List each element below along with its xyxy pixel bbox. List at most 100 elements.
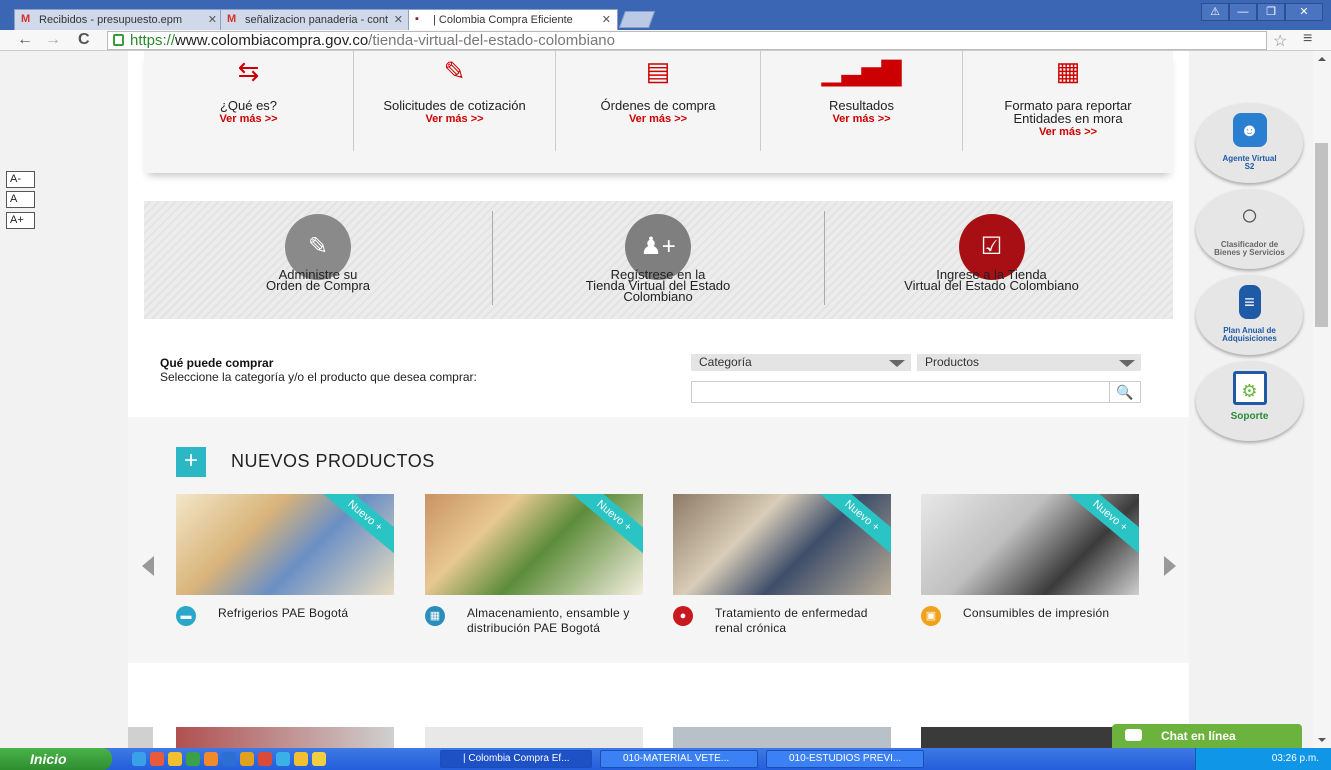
tab-colombia-compra[interactable]: ▪ | Colombia Compra Eficiente ✕ [408,9,618,30]
product-image[interactable]: Nuevo + [921,494,1139,595]
tab-gmail-senalizacion[interactable]: M señalizacion panaderia - cont ✕ [220,9,410,30]
ver-mas-link[interactable]: Ver más >> [556,113,760,126]
chat-button[interactable]: Chat en línea [1112,724,1302,748]
font-size-increase-button[interactable]: A+ [6,212,35,229]
action-administre-orden[interactable]: ✎ Administre su Orden de Compra [144,201,492,319]
carousel-prev-arrow-icon[interactable] [128,727,153,748]
product-image[interactable]: Nuevo + [673,494,891,595]
buy-title: Qué puede comprar [160,356,274,370]
folder-icon[interactable] [312,752,326,766]
quicklaunch-icon[interactable] [222,752,236,766]
product-label[interactable]: distribución PAE Bogotá [467,621,600,635]
font-size-normal-button[interactable]: A [6,191,35,208]
new-badge: Nuevo + [316,494,394,560]
product-image[interactable] [176,727,394,748]
tile-ordenes[interactable]: ▤ Órdenes de compra Ver más >> [556,51,761,151]
gmail-icon: M [21,13,31,25]
ver-mas-link[interactable]: Ver más >> [761,113,962,126]
system-tray: 03:26 p.m. [1195,748,1331,770]
scroll-down-icon[interactable] [1318,738,1326,742]
product-label[interactable]: renal crónica [715,621,786,635]
product-card[interactable]: Nuevo + ▦ Almacenamiento, ensamble y dist… [425,494,643,635]
product-card[interactable]: Nuevo + ▣ Consumibles de impresión [921,494,1139,626]
ver-mas-link[interactable]: Ver más >> [354,113,555,126]
quicklaunch-icon[interactable] [168,752,182,766]
quicklaunch-icon[interactable] [294,752,308,766]
product-image[interactable] [425,727,643,748]
taskbar-item-folder-material[interactable]: 010-MATERIAL VETE... [600,750,758,768]
start-button[interactable]: Inicio [0,748,112,770]
quicklaunch-icon[interactable] [132,752,146,766]
quicklaunch-icon[interactable] [204,752,218,766]
action-ingrese-tienda[interactable]: ☑ Ingrese a la Tienda Virtual del Estado … [824,201,1159,319]
product-label[interactable]: Almacenamiento, ensamble y [467,606,630,620]
product-label[interactable]: Tratamiento de enfermedad [715,606,868,620]
agente-virtual-button[interactable]: ☻ Agente Virtual S2 [1196,103,1303,183]
support-icon: ⚙ [1232,371,1267,405]
font-size-decrease-button[interactable]: A- [6,171,35,188]
ver-mas-link[interactable]: Ver más >> [144,113,353,126]
scroll-thumb[interactable] [1315,143,1328,327]
task-label: | Colombia Compra Ef... [463,753,570,764]
search-input[interactable] [692,382,1102,402]
bar-chart-icon: ▁▃▅▇ [821,56,902,86]
alert-icon[interactable]: ⚠ [1201,3,1229,21]
new-products-title: NUEVOS PRODUCTOS [231,451,435,471]
new-tab-button[interactable] [618,11,656,28]
tile-formato-mora[interactable]: ▦ Formato para reportar Entidades en mora… [963,51,1173,151]
tab-close-icon[interactable]: ✕ [208,10,217,30]
soporte-button[interactable]: ⚙ Soporte [1196,361,1303,441]
scroll-up-icon[interactable] [1318,57,1326,61]
robot-icon: ☻ [1232,113,1267,147]
minimize-button[interactable]: — [1229,3,1257,21]
clasificador-button[interactable]: ○ Clasificador de Bienes y Servicios [1196,189,1303,269]
taskbar-item-chrome[interactable]: | Colombia Compra Ef... [440,750,592,768]
carousel-next-arrow-icon[interactable] [1164,556,1176,576]
plan-anual-button[interactable]: ≡ Plan Anual de Adquisiciones [1196,275,1303,355]
quicklaunch-icon[interactable] [150,752,164,766]
back-arrow-icon[interactable]: ← [17,30,33,50]
page-scrollbar[interactable] [1313,51,1331,748]
category-select[interactable]: Categoría [691,354,911,371]
action-registrese[interactable]: ♟+ Regístrese en la Tienda Virtual del Es… [492,201,824,319]
search-icon[interactable]: 🔍 [1109,382,1140,402]
product-label[interactable]: Consumibles de impresión [963,606,1109,620]
tile-label: Entidades en mora [1013,111,1123,126]
kidney-icon: ● [673,606,693,626]
product-image[interactable] [921,727,1139,748]
forward-arrow-icon[interactable]: → [45,30,61,50]
products-select[interactable]: Productos [917,354,1141,371]
ver-mas-link[interactable]: Ver más >> [963,126,1173,139]
tab-label: Recibidos - presupuesto.epm [39,14,183,26]
taskbar-item-folder-estudios[interactable]: 010-ESTUDIOS PREVI... [766,750,924,768]
tab-gmail-recibidos[interactable]: M Recibidos - presupuesto.epm ✕ [14,9,224,30]
close-window-button[interactable]: ✕ [1285,3,1323,21]
magnifier-icon: ○ [1240,199,1259,232]
product-image[interactable] [673,727,891,748]
quicklaunch-icon[interactable] [240,752,254,766]
products-select-value: Productos [925,355,980,369]
tab-close-icon[interactable]: ✕ [602,10,611,30]
product-label[interactable]: Refrigerios PAE Bogotá [218,606,348,620]
tile-que-es[interactable]: ⇆ ¿Qué es? Ver más >> [144,51,354,151]
tab-close-icon[interactable]: ✕ [394,10,403,30]
tile-label: Órdenes de compra [600,98,716,113]
chrome-icon[interactable] [258,752,272,766]
product-card[interactable]: Nuevo + ● Tratamiento de enfermedad renal… [673,494,891,635]
tile-resultados[interactable]: ▁▃▅▇ Resultados Ver más >> [761,51,963,151]
carousel-prev-arrow-icon[interactable] [142,556,154,576]
tile-label: Resultados [828,98,895,113]
product-card[interactable]: Nuevo + ▬ Refrigerios PAE Bogotá [176,494,394,626]
ie-icon[interactable] [276,752,290,766]
maximize-button[interactable]: ❐ [1257,3,1285,21]
tile-label: Solicitudes de cotización [383,98,526,113]
tile-solicitudes[interactable]: ✎ Solicitudes de cotización Ver más >> [354,51,556,151]
bookmark-star-icon[interactable]: ☆ [1273,31,1287,51]
url-field[interactable]: https://www.colombiacompra.gov.co/tienda… [107,31,1267,50]
reload-icon[interactable]: C [78,30,90,50]
main-content: ⇆ ¿Qué es? Ver más >> ✎ Solicitudes de co… [128,51,1189,748]
browser-menu-icon[interactable]: ≡ [1303,30,1312,48]
product-image[interactable]: Nuevo + [425,494,643,595]
product-image[interactable]: Nuevo + [176,494,394,595]
quicklaunch-icon[interactable] [186,752,200,766]
